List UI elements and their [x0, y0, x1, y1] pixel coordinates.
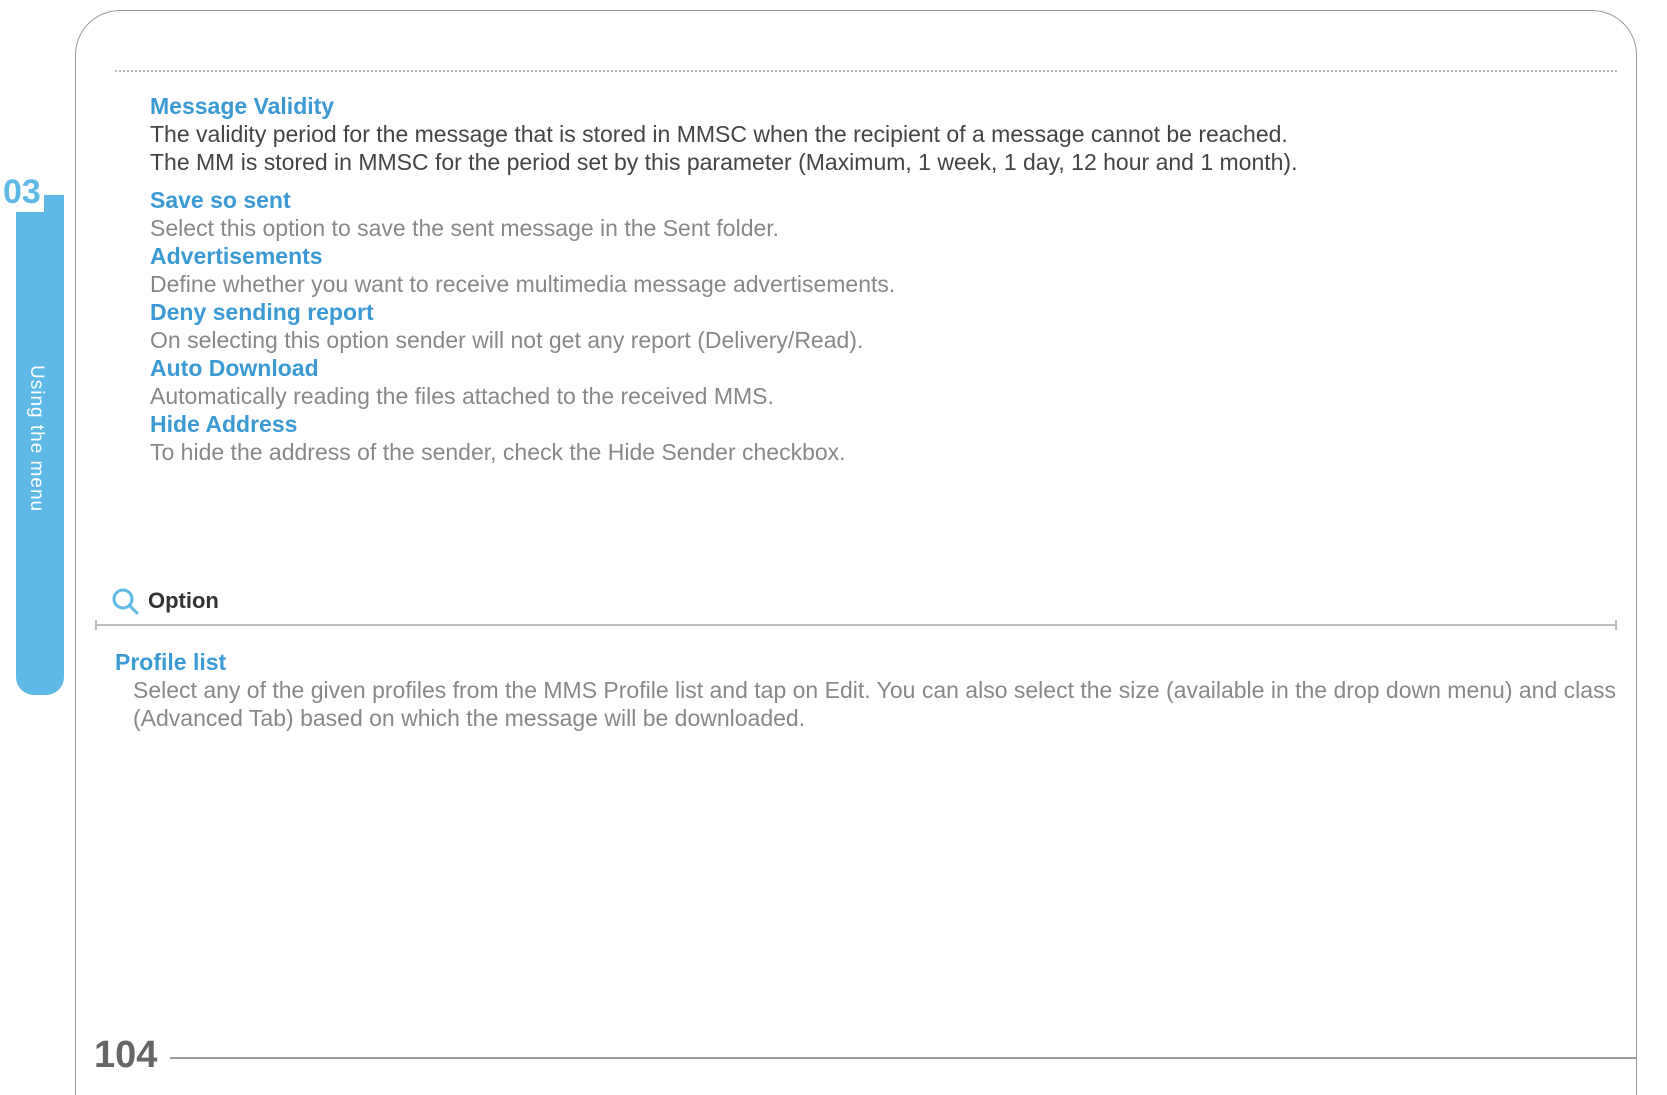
page-footer-line	[170, 1057, 1637, 1059]
heading-message-validity: Message Validity	[150, 92, 1617, 120]
heading-auto-download: Auto Download	[150, 354, 1617, 382]
body-save-so-sent: Select this option to save the sent mess…	[150, 214, 1617, 242]
body-auto-download: Automatically reading the files attached…	[150, 382, 1617, 410]
option-block: Option Profile list Select any of the gi…	[95, 586, 1617, 732]
heading-hide-address: Hide Address	[150, 410, 1617, 438]
sidebar-section-label: Using the menu	[25, 365, 47, 512]
body-deny-sending-report: On selecting this option sender will not…	[150, 326, 1617, 354]
heading-save-so-sent: Save so sent	[150, 186, 1617, 214]
main-content: Message Validity The validity period for…	[115, 70, 1617, 732]
option-divider-line	[95, 624, 1617, 626]
body-advertisements: Define whether you want to receive multi…	[150, 270, 1617, 298]
body-message-validity-2: The MM is stored in MMSC for the period …	[150, 148, 1617, 176]
heading-advertisements: Advertisements	[150, 242, 1617, 270]
option-label: Option	[148, 588, 219, 614]
heading-profile-list: Profile list	[115, 648, 1617, 676]
option-header: Option	[95, 586, 1617, 616]
chapter-number: 03	[0, 173, 44, 212]
magnifier-icon	[110, 586, 140, 616]
dotted-divider	[115, 70, 1617, 72]
heading-deny-sending-report: Deny sending report	[150, 298, 1617, 326]
body-hide-address: To hide the address of the sender, check…	[150, 438, 1617, 466]
page-number: 104	[94, 1034, 157, 1077]
body-message-validity-1: The validity period for the message that…	[150, 120, 1617, 148]
body-profile-list: Select any of the given profiles from th…	[115, 676, 1617, 732]
